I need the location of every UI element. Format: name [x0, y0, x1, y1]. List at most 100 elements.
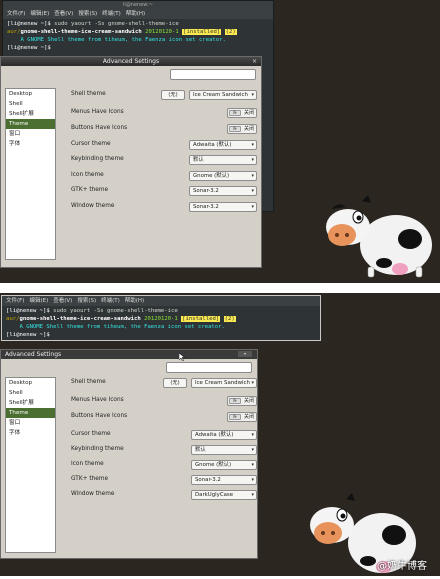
- repo: aur/: [6, 316, 20, 322]
- shell-theme-label: Shell theme: [71, 91, 106, 97]
- terminal-output[interactable]: [li@nenew ~]$ sudo yaourt -Ss gnome-shel…: [3, 19, 273, 53]
- sidebar-item-desktop[interactable]: Desktop: [6, 378, 55, 388]
- menu-help[interactable]: 帮助(H): [125, 298, 144, 304]
- toggle-knob-icon: ⊪: [229, 110, 241, 116]
- sidebar-item-theme[interactable]: Theme: [6, 408, 55, 418]
- keybinding-theme-select[interactable]: 默认 ▾: [189, 155, 257, 165]
- cursor-theme-value: Adwaita (默认): [195, 432, 234, 438]
- search-input[interactable]: [166, 362, 252, 373]
- sidebar-item-shell[interactable]: Shell: [6, 99, 55, 109]
- sidebar-item-windows[interactable]: 窗口: [6, 418, 55, 428]
- keybinding-theme-row: Keybinding theme 默认 ▾: [71, 445, 257, 455]
- gtk-theme-select[interactable]: Sonar-3.2 ▾: [189, 186, 257, 196]
- menus-have-icons-toggle[interactable]: ⊪ 关闭: [227, 396, 257, 406]
- window-theme-select[interactable]: Sonar-3.2 ▾: [189, 202, 257, 212]
- package-version: 20120120-1: [144, 316, 178, 322]
- window-theme-label: Window theme: [71, 491, 115, 497]
- menu-view[interactable]: 查看(V): [54, 11, 73, 17]
- menu-file[interactable]: 文件(F): [6, 298, 24, 304]
- command: sudo yaourt -Ss gnome-shell-theme-ice: [53, 308, 178, 314]
- chevron-down-icon: ▾: [251, 492, 254, 498]
- menu-view[interactable]: 查看(V): [53, 298, 72, 304]
- terminal-title: li@nenew:~: [3, 1, 273, 9]
- buttons-have-icons-toggle[interactable]: ⊪ 关闭: [227, 124, 257, 134]
- sidebar-item-fonts[interactable]: 字体: [6, 139, 55, 149]
- search-input[interactable]: [170, 69, 256, 80]
- window-theme-value: DarkUglyCase: [195, 492, 234, 498]
- chevron-down-icon: ▾: [251, 432, 254, 438]
- icon-theme-row: Icon theme Gnome (默认) ▾: [71, 460, 257, 470]
- window-theme-row: Window theme DarkUglyCase ▾: [71, 490, 257, 500]
- prompt: [li@nenew ~]$: [6, 332, 50, 338]
- shell-theme-row: Shell theme (无) Ice Cream Sandwich ▾: [71, 90, 257, 100]
- cursor-theme-select[interactable]: Adwaita (默认) ▾: [191, 430, 257, 440]
- cursor-theme-row: Cursor theme Adwaita (默认) ▾: [71, 430, 257, 440]
- window-menu-icon[interactable]: ▾: [238, 351, 252, 357]
- chevron-down-icon: ▾: [251, 462, 254, 468]
- toggle-state: 关闭: [243, 126, 254, 132]
- shell-theme-none-button[interactable]: (无): [163, 378, 187, 388]
- buttons-have-icons-row: Buttons Have Icons ⊪ 关闭: [71, 412, 257, 422]
- keybinding-theme-select[interactable]: 默认 ▾: [191, 445, 257, 455]
- sidebar: Desktop Shell Shell扩展 Theme 窗口 字体: [5, 88, 56, 260]
- advanced-settings-window[interactable]: Advanced Settings × Desktop Shell Shell扩…: [0, 56, 262, 268]
- votes-badge: (2): [223, 316, 236, 322]
- keybinding-theme-row: Keybinding theme 默认 ▾: [71, 155, 257, 165]
- sidebar-item-shell-extensions[interactable]: Shell扩展: [6, 109, 55, 119]
- sidebar-item-desktop[interactable]: Desktop: [6, 89, 55, 99]
- menu-help[interactable]: 帮助(H): [126, 11, 145, 17]
- menus-have-icons-toggle[interactable]: ⊪ 关闭: [227, 108, 257, 118]
- chevron-down-icon: ▾: [251, 204, 254, 210]
- gtk-theme-select[interactable]: Sonar-3.2 ▾: [191, 475, 257, 485]
- terminal-line-command: [li@nenew ~]$ sudo yaourt -Ss gnome-shel…: [7, 20, 269, 28]
- shell-theme-select[interactable]: Ice Cream Sandwich ▾: [189, 90, 257, 100]
- sidebar-item-windows[interactable]: 窗口: [6, 129, 55, 139]
- icon-theme-row: Icon theme Gnome (默认) ▾: [71, 171, 257, 181]
- terminal-line-result: aur/gnome-shell-theme-ice-cream-sandwich…: [7, 28, 269, 36]
- window-theme-select[interactable]: DarkUglyCase ▾: [191, 490, 257, 500]
- gtk-theme-row: GTK+ theme Sonar-3.2 ▾: [71, 475, 257, 485]
- menu-file[interactable]: 文件(F): [7, 11, 25, 17]
- menu-terminal[interactable]: 终端(T): [101, 298, 120, 304]
- terminal-output[interactable]: [li@nenew ~]$ sudo yaourt -Ss gnome-shel…: [2, 306, 320, 340]
- shell-theme-label: Shell theme: [71, 379, 106, 385]
- terminal-window[interactable]: 文件(F) 编辑(E) 查看(V) 搜索(S) 终端(T) 帮助(H) [li@nenew…: [1, 295, 321, 341]
- gtk-theme-row: GTK+ theme Sonar-3.2 ▾: [71, 186, 257, 196]
- none-label: (无): [168, 92, 178, 98]
- command: sudo yaourt -Ss gnome-shell-theme-ice: [54, 21, 179, 27]
- cursor-theme-select[interactable]: Adwaita (默认) ▾: [189, 140, 257, 150]
- menu-edit[interactable]: 编辑(E): [30, 11, 49, 17]
- menu-edit[interactable]: 编辑(E): [29, 298, 48, 304]
- shell-theme-value: Ice Cream Sandwich: [195, 380, 250, 386]
- window-titlebar[interactable]: Advanced Settings ▾: [1, 350, 257, 359]
- icon-theme-select[interactable]: Gnome (默认) ▾: [189, 171, 257, 181]
- sidebar-item-shell-extensions[interactable]: Shell扩展: [6, 398, 55, 408]
- close-icon[interactable]: ×: [252, 57, 257, 66]
- toggle-knob-icon: ⊪: [229, 398, 241, 404]
- menu-search[interactable]: 搜索(S): [78, 11, 97, 17]
- installed-badge: [installed]: [181, 316, 221, 322]
- buttons-have-icons-row: Buttons Have Icons ⊪ 关闭: [71, 124, 257, 134]
- window-theme-label: Window theme: [71, 203, 115, 209]
- sidebar-item-theme[interactable]: Theme: [6, 119, 55, 129]
- menu-search[interactable]: 搜索(S): [77, 298, 96, 304]
- icon-theme-select[interactable]: Gnome (默认) ▾: [191, 460, 257, 470]
- shell-theme-none-button[interactable]: (无): [161, 90, 185, 100]
- advanced-settings-window[interactable]: Advanced Settings ▾ Desktop Shell Shell扩…: [0, 349, 258, 559]
- shell-theme-select[interactable]: Ice Cream Sandwich ▾: [191, 378, 257, 388]
- prompt: [li@nenew ~]$: [7, 21, 51, 27]
- package-version: 20120120-1: [145, 29, 179, 35]
- keybinding-theme-value: 默认: [195, 447, 206, 453]
- menu-terminal[interactable]: 终端(T): [102, 11, 121, 17]
- screenshot-top: li@nenew:~ 文件(F) 编辑(E) 查看(V) 搜索(S) 终端(T) 帮助(H…: [0, 0, 440, 283]
- sidebar-item-shell[interactable]: Shell: [6, 388, 55, 398]
- sidebar-item-fonts[interactable]: 字体: [6, 428, 55, 438]
- toggle-state: 关闭: [243, 110, 254, 116]
- toggle-knob-icon: ⊪: [229, 126, 241, 132]
- gtk-theme-label: GTK+ theme: [71, 476, 109, 482]
- shell-theme-value: Ice Cream Sandwich: [193, 92, 248, 98]
- window-titlebar[interactable]: Advanced Settings ×: [1, 57, 261, 66]
- buttons-have-icons-toggle[interactable]: ⊪ 关闭: [227, 412, 257, 422]
- watermark-text: @奶牛博客: [377, 561, 427, 572]
- menus-have-icons-row: Menus Have Icons ⊪ 关闭: [71, 108, 257, 118]
